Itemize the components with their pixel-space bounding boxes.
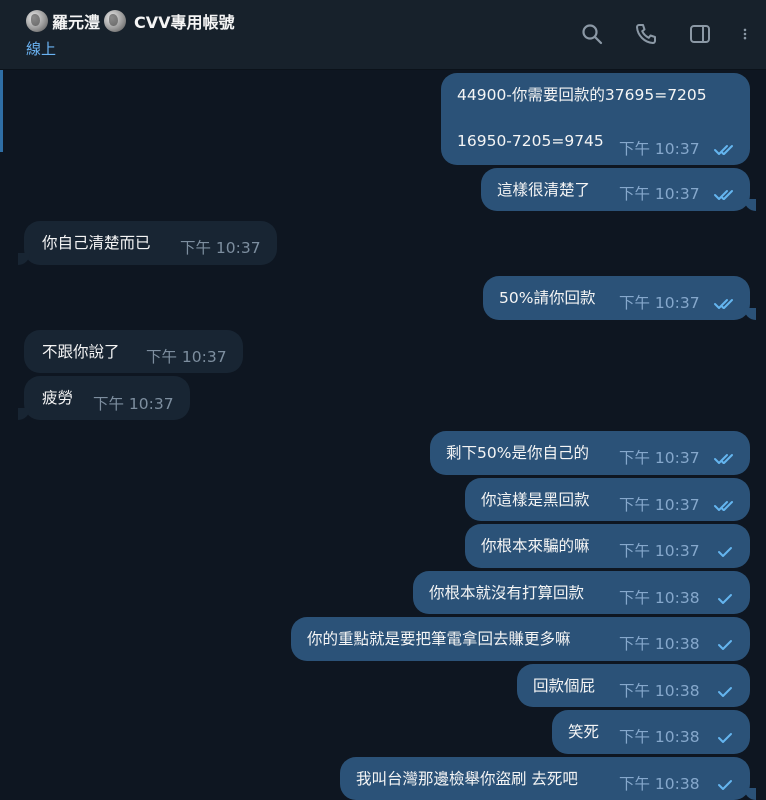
message-text: 疲勞 (42, 389, 74, 407)
message-time: 下午 10:37 (180, 239, 261, 257)
message-text: 我叫台灣那邊檢舉你盜刷 去死吧 (356, 770, 578, 788)
message-bubble-outgoing[interactable]: 我叫台灣那邊檢舉你盜刷 去死吧 下午 10:38 (340, 757, 756, 800)
message-text: 回款個屁 (533, 677, 596, 695)
message-bubble-outgoing[interactable]: 你這樣是黑回款 下午 10:37 (465, 478, 750, 521)
online-status: 線上 (26, 40, 57, 58)
message-bubble-outgoing[interactable]: 回款個屁 下午 10:38 (517, 664, 750, 707)
sent-check-icon (713, 592, 739, 606)
message-bubble-outgoing[interactable]: 50%請你回款 下午 10:37 (483, 276, 756, 320)
message-text: 你根本就沒有打算回款 (429, 584, 585, 602)
message-time: 下午 10:37 (619, 294, 700, 312)
account-label: CVV專用帳號 (134, 13, 235, 32)
message-time: 下午 10:38 (619, 635, 700, 653)
message-bubble-outgoing[interactable]: 44900-你需要回款的37695=7205 16950-7205=9745 下… (441, 73, 750, 165)
sent-check-icon (713, 638, 739, 652)
message-text: 不跟你說了 (42, 343, 120, 361)
message-bubble-incoming[interactable]: 你自己清楚而已 下午 10:37 (18, 221, 277, 265)
read-receipt-double-check-icon (713, 188, 739, 202)
message-time: 下午 10:37 (619, 542, 700, 560)
message-time: 下午 10:37 (619, 496, 700, 514)
message-time: 下午 10:38 (619, 775, 700, 793)
sent-check-icon (713, 778, 739, 792)
message-text: 50%請你回款 (499, 289, 596, 307)
message-text: 你的重點就是要把筆電拿回去賺更多嘛 (307, 630, 571, 648)
message-bubble-outgoing[interactable]: 你根本來騙的嘛 下午 10:37 (465, 524, 750, 568)
chat-header: 羅元澧 CVV專用帳號 線上 (0, 0, 766, 70)
message-text: 剩下50%是你自己的 (446, 444, 589, 462)
more-vertical-icon[interactable] (738, 18, 752, 50)
message-list[interactable]: 44900-你需要回款的37695=7205 16950-7205=9745 下… (0, 70, 766, 800)
message-bubble-outgoing[interactable]: 剩下50%是你自己的 下午 10:37 (430, 431, 750, 475)
message-time: 下午 10:37 (619, 140, 700, 158)
sent-check-icon (713, 545, 739, 559)
read-receipt-double-check-icon (713, 297, 739, 311)
search-icon[interactable] (576, 18, 608, 50)
message-text: 你這樣是黑回款 (481, 491, 590, 509)
message-text: 44900-你需要回款的37695=7205 (457, 86, 707, 104)
message-time: 下午 10:37 (146, 348, 227, 366)
phone-icon[interactable] (630, 18, 662, 50)
chat-title[interactable]: 羅元澧 CVV專用帳號 (26, 9, 235, 33)
message-bubble-incoming[interactable]: 疲勞 下午 10:37 (18, 376, 190, 420)
message-text: 笑死 (568, 723, 600, 741)
message-text: 你根本來騙的嘛 (481, 537, 590, 555)
message-time: 下午 10:37 (93, 395, 174, 413)
contact-name: 羅元澧 (52, 13, 101, 32)
message-text: 16950-7205=9745 (457, 132, 604, 150)
read-receipt-double-check-icon (713, 452, 739, 466)
message-bubble-outgoing[interactable]: 這樣很清楚了 下午 10:37 (481, 168, 756, 211)
message-time: 下午 10:38 (619, 589, 700, 607)
globe-avatar-icon (104, 10, 127, 32)
message-bubble-outgoing[interactable]: 笑死 下午 10:38 (552, 710, 750, 754)
sidebar-icon[interactable] (684, 18, 716, 50)
message-bubble-outgoing[interactable]: 你的重點就是要把筆電拿回去賺更多嘛 下午 10:38 (291, 617, 750, 661)
read-receipt-double-check-icon (713, 499, 739, 513)
globe-avatar-icon (26, 10, 48, 32)
message-text: 你自己清楚而已 (42, 234, 151, 252)
message-time: 下午 10:38 (619, 682, 700, 700)
read-receipt-double-check-icon (713, 143, 739, 157)
message-time: 下午 10:38 (619, 728, 700, 746)
message-time: 下午 10:37 (619, 185, 700, 203)
message-time: 下午 10:37 (619, 449, 700, 467)
sent-check-icon (713, 685, 739, 699)
message-bubble-outgoing[interactable]: 你根本就沒有打算回款 下午 10:38 (413, 571, 750, 614)
message-bubble-incoming[interactable]: 不跟你說了 下午 10:37 (24, 330, 243, 373)
sent-check-icon (713, 731, 739, 745)
message-text: 這樣很清楚了 (497, 181, 591, 199)
